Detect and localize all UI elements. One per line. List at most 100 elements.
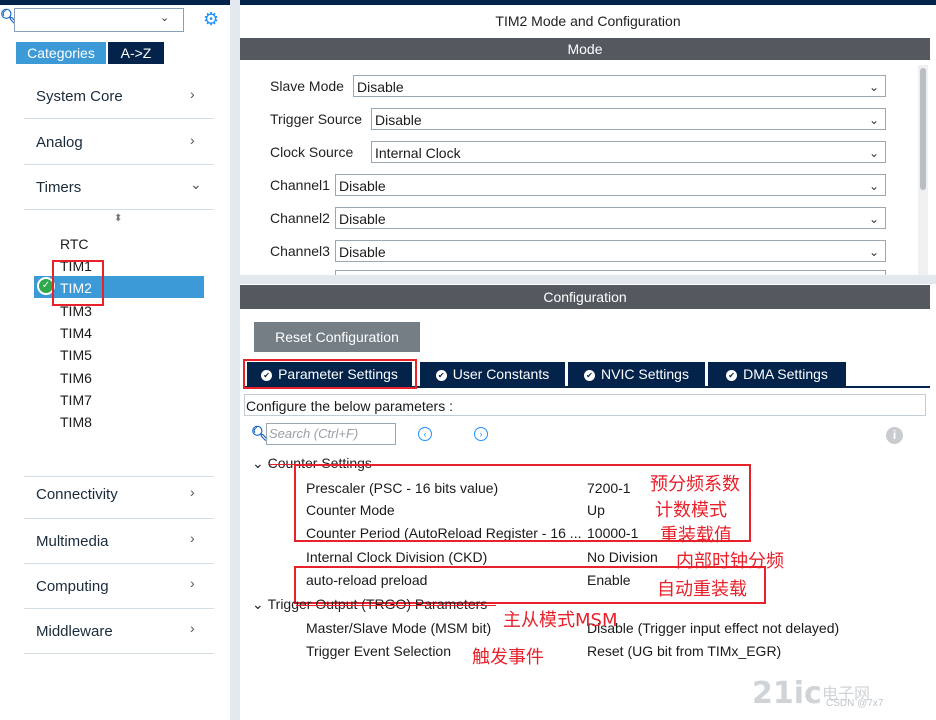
chevron-right-icon[interactable]: › [190, 575, 195, 591]
param-master-slave-mode[interactable]: Master/Slave Mode (MSM bit) [306, 620, 491, 636]
clock-source-value: Internal Clock [375, 145, 461, 161]
chevron-down-icon: ⌄ [868, 80, 879, 94]
highlight-box [243, 359, 417, 389]
tab-label: DMA Settings [743, 366, 828, 382]
slave-mode-label: Slave Mode [270, 78, 344, 94]
check-circle-icon: ✔ [726, 369, 738, 381]
channel2-value: Disable [339, 211, 386, 227]
param-trigger-event-selection[interactable]: Trigger Event Selection [306, 643, 451, 659]
annotation-prescaler: 预分频系数 [650, 474, 740, 495]
watermark-logo: 21ic [752, 676, 822, 711]
channel1-value: Disable [339, 178, 386, 194]
right-top-bar [240, 0, 936, 5]
divider [24, 164, 214, 165]
slave-mode-select[interactable]: Disable ⌄ [353, 75, 886, 97]
highlight-box [52, 260, 104, 306]
tab-categories[interactable]: Categories [16, 42, 106, 64]
channel2-select[interactable]: Disable ⌄ [335, 207, 886, 229]
annotation-counter-mode: 计数模式 [655, 500, 727, 521]
category-middleware[interactable]: Middleware [36, 623, 113, 640]
panel-splitter[interactable] [230, 0, 240, 720]
reset-configuration-button[interactable]: Reset Configuration [254, 322, 420, 352]
section-splitter[interactable] [240, 275, 936, 284]
param-trigger-event-selection-value[interactable]: Reset (UG bit from TIMx_EGR) [587, 643, 781, 659]
category-timers[interactable]: Timers [36, 179, 81, 196]
trigger-source-label: Trigger Source [270, 111, 363, 127]
chevron-right-icon[interactable]: › [190, 620, 195, 636]
next-match-icon[interactable]: › [474, 427, 488, 441]
category-multimedia[interactable]: Multimedia [36, 533, 109, 550]
timer-tim8[interactable]: TIM8 [60, 414, 92, 430]
left-top-bar [0, 0, 232, 5]
chevron-right-icon[interactable]: › [190, 484, 195, 500]
trigger-source-value: Disable [375, 112, 422, 128]
tab-user-constants[interactable]: ✔ User Constants [420, 362, 565, 386]
check-circle-icon: ✔ [584, 369, 596, 381]
chevron-down-icon: ⌄ [868, 245, 879, 259]
channel2-label: Channel2 [270, 210, 330, 226]
annotation-msm: 主从模式MSM [503, 610, 618, 631]
chevron-down-icon: ⌄ [252, 455, 264, 471]
sort-icon[interactable]: ⬍ [114, 213, 122, 224]
category-system-core[interactable]: System Core [36, 88, 123, 105]
divider [24, 653, 214, 654]
mode-scrollbar-thumb[interactable] [920, 68, 926, 190]
timer-tim4[interactable]: TIM4 [60, 325, 92, 341]
divider [24, 118, 214, 119]
tab-label: NVIC Settings [601, 366, 689, 382]
timer-rtc[interactable]: RTC [60, 236, 89, 252]
annotation-auto-reload: 自动重装载 [657, 579, 747, 600]
param-internal-clock-division[interactable]: Internal Clock Division (CKD) [306, 549, 487, 565]
annotation-reload-value: 重装载值 [660, 525, 732, 546]
parameter-search-input[interactable]: Search (Ctrl+F) [266, 423, 396, 445]
watermark-sub: CSDN @7x7 [826, 698, 884, 709]
timer-tim5[interactable]: TIM5 [60, 347, 92, 363]
channel1-select[interactable]: Disable ⌄ [335, 174, 886, 196]
divider [24, 518, 214, 519]
category-connectivity[interactable]: Connectivity [36, 486, 118, 503]
gear-icon[interactable]: ⚙ [203, 9, 219, 30]
tab-a-z[interactable]: A->Z [108, 42, 164, 64]
chevron-down-icon: ⌄ [868, 212, 879, 226]
chevron-down-icon: ⌄ [868, 179, 879, 193]
tab-nvic-settings[interactable]: ✔ NVIC Settings [568, 362, 705, 386]
timer-tim6[interactable]: TIM6 [60, 370, 92, 386]
channel3-value: Disable [339, 244, 386, 260]
slave-mode-value: Disable [357, 79, 404, 95]
param-master-slave-mode-value[interactable]: Disable (Trigger input effect not delaye… [587, 620, 839, 636]
divider [24, 476, 214, 477]
timer-tim7[interactable]: TIM7 [60, 392, 92, 408]
tab-dma-settings[interactable]: ✔ DMA Settings [708, 362, 846, 386]
channel3-select[interactable]: Disable ⌄ [335, 240, 886, 262]
chevron-right-icon[interactable]: › [190, 530, 195, 546]
chevron-down-icon[interactable]: ⌄ [160, 11, 169, 24]
trigger-source-select[interactable]: Disable ⌄ [371, 108, 886, 130]
left-panel [0, 0, 232, 720]
param-internal-clock-division-value[interactable]: No Division [587, 549, 658, 565]
chevron-down-icon: ⌄ [252, 596, 264, 612]
chevron-down-icon[interactable]: ⌄ [190, 176, 202, 193]
clock-source-select[interactable]: Internal Clock ⌄ [371, 141, 886, 163]
category-search-input[interactable] [14, 8, 184, 32]
tab-label: User Constants [452, 366, 550, 382]
chevron-down-icon: ⌄ [868, 146, 879, 160]
channel3-label: Channel3 [270, 243, 330, 259]
chevron-down-icon: ⌄ [868, 113, 879, 127]
info-icon[interactable]: i [886, 427, 903, 444]
category-computing[interactable]: Computing [36, 578, 109, 595]
annotation-clock-division: 内部时钟分频 [676, 551, 784, 572]
annotation-strike [296, 605, 496, 606]
divider [24, 563, 214, 564]
page-title: TIM2 Mode and Configuration [495, 13, 681, 29]
configure-hint: Configure the below parameters : [244, 394, 926, 416]
chevron-right-icon[interactable]: › [190, 132, 195, 148]
divider [24, 209, 214, 210]
channel1-label: Channel1 [270, 177, 330, 193]
divider [24, 608, 214, 609]
category-analog[interactable]: Analog [36, 134, 83, 151]
configuration-header: Configuration [240, 285, 930, 309]
chevron-right-icon[interactable]: › [190, 86, 195, 102]
search-icon[interactable]: 🔍︎ [0, 8, 18, 26]
previous-match-icon[interactable]: ‹ [418, 427, 432, 441]
clock-source-label: Clock Source [270, 144, 354, 160]
